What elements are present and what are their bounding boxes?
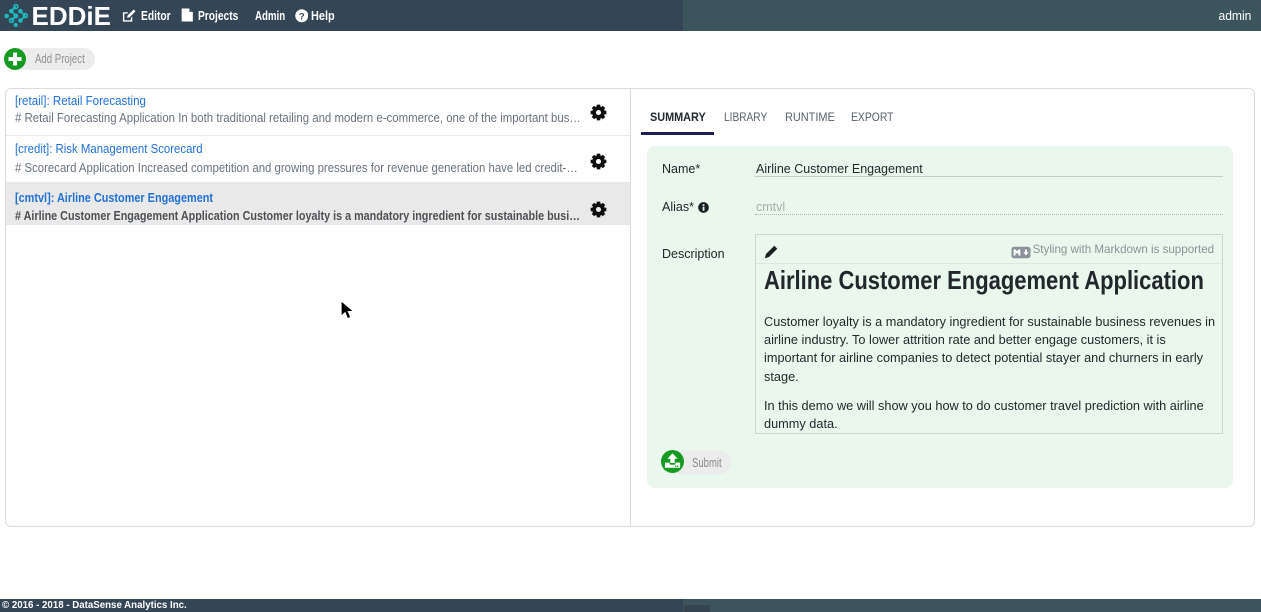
svg-text:?: ?: [298, 11, 304, 22]
